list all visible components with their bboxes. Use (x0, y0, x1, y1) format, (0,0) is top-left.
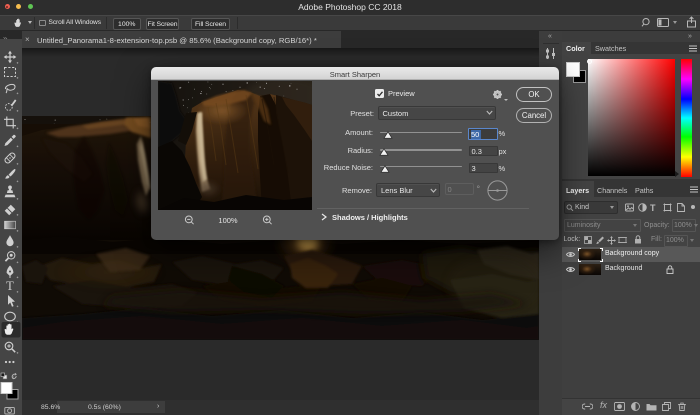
svg-text:T: T (6, 279, 14, 293)
